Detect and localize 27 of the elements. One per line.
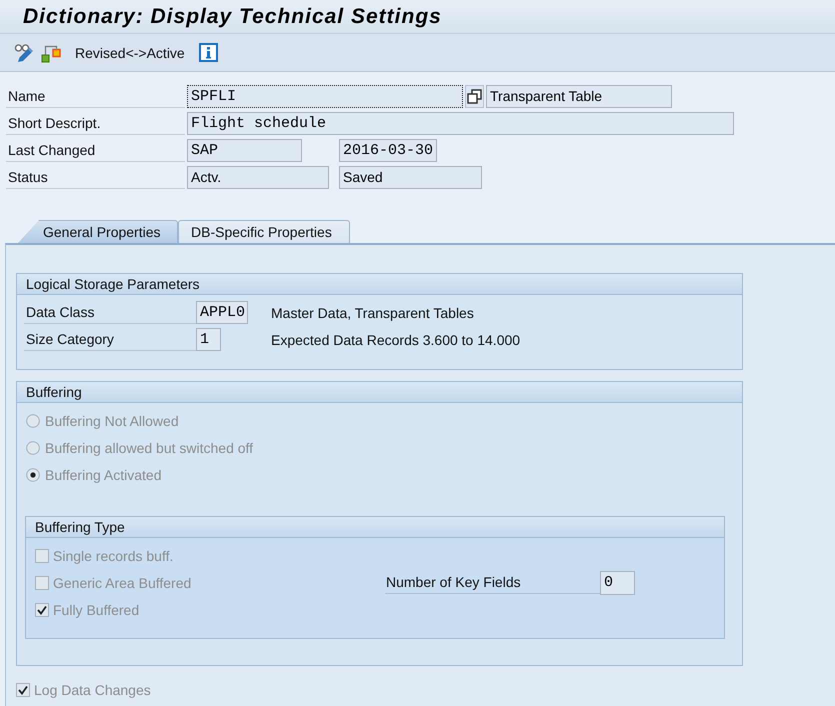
output-field: Saved [339,166,482,189]
description-text: Expected Data Records 3.600 to 14.000 [271,332,520,348]
input-field[interactable]: 2016-03-30 [339,139,437,162]
group-title: Buffering Type [26,517,724,538]
input-field[interactable]: SPFLI [187,85,463,108]
field-label: Short Descript. [6,112,185,135]
revised-active-button[interactable]: Revised<->Active [71,42,189,62]
group-title: Buffering [17,382,742,403]
window-title: Dictionary: Display Technical Settings [23,4,442,28]
field-label: Number of Key Fields [385,571,600,594]
description-text: Master Data, Transparent Tables [271,304,474,320]
field-label: Name [6,85,185,108]
tab[interactable]: General Properties [18,220,178,243]
glasses-pencil-icon[interactable] [14,42,34,62]
input-field[interactable]: 0 [600,570,635,594]
input-field[interactable]: APPL0 [196,301,248,324]
overlapping-squares-icon[interactable] [465,85,484,108]
output-field: Transparent Table [486,85,672,108]
input-field[interactable]: Flight schedule [187,112,734,135]
input-field[interactable]: SAP [187,139,302,162]
tab[interactable]: DB-Specific Properties [178,220,350,243]
output-field: Actv. [187,166,329,189]
group-title: Logical Storage Parameters [17,274,742,295]
input-field[interactable]: 1 [196,328,221,351]
field-label: Status [6,166,185,189]
info-icon[interactable] [198,43,218,62]
field-label: Last Changed [6,139,185,162]
